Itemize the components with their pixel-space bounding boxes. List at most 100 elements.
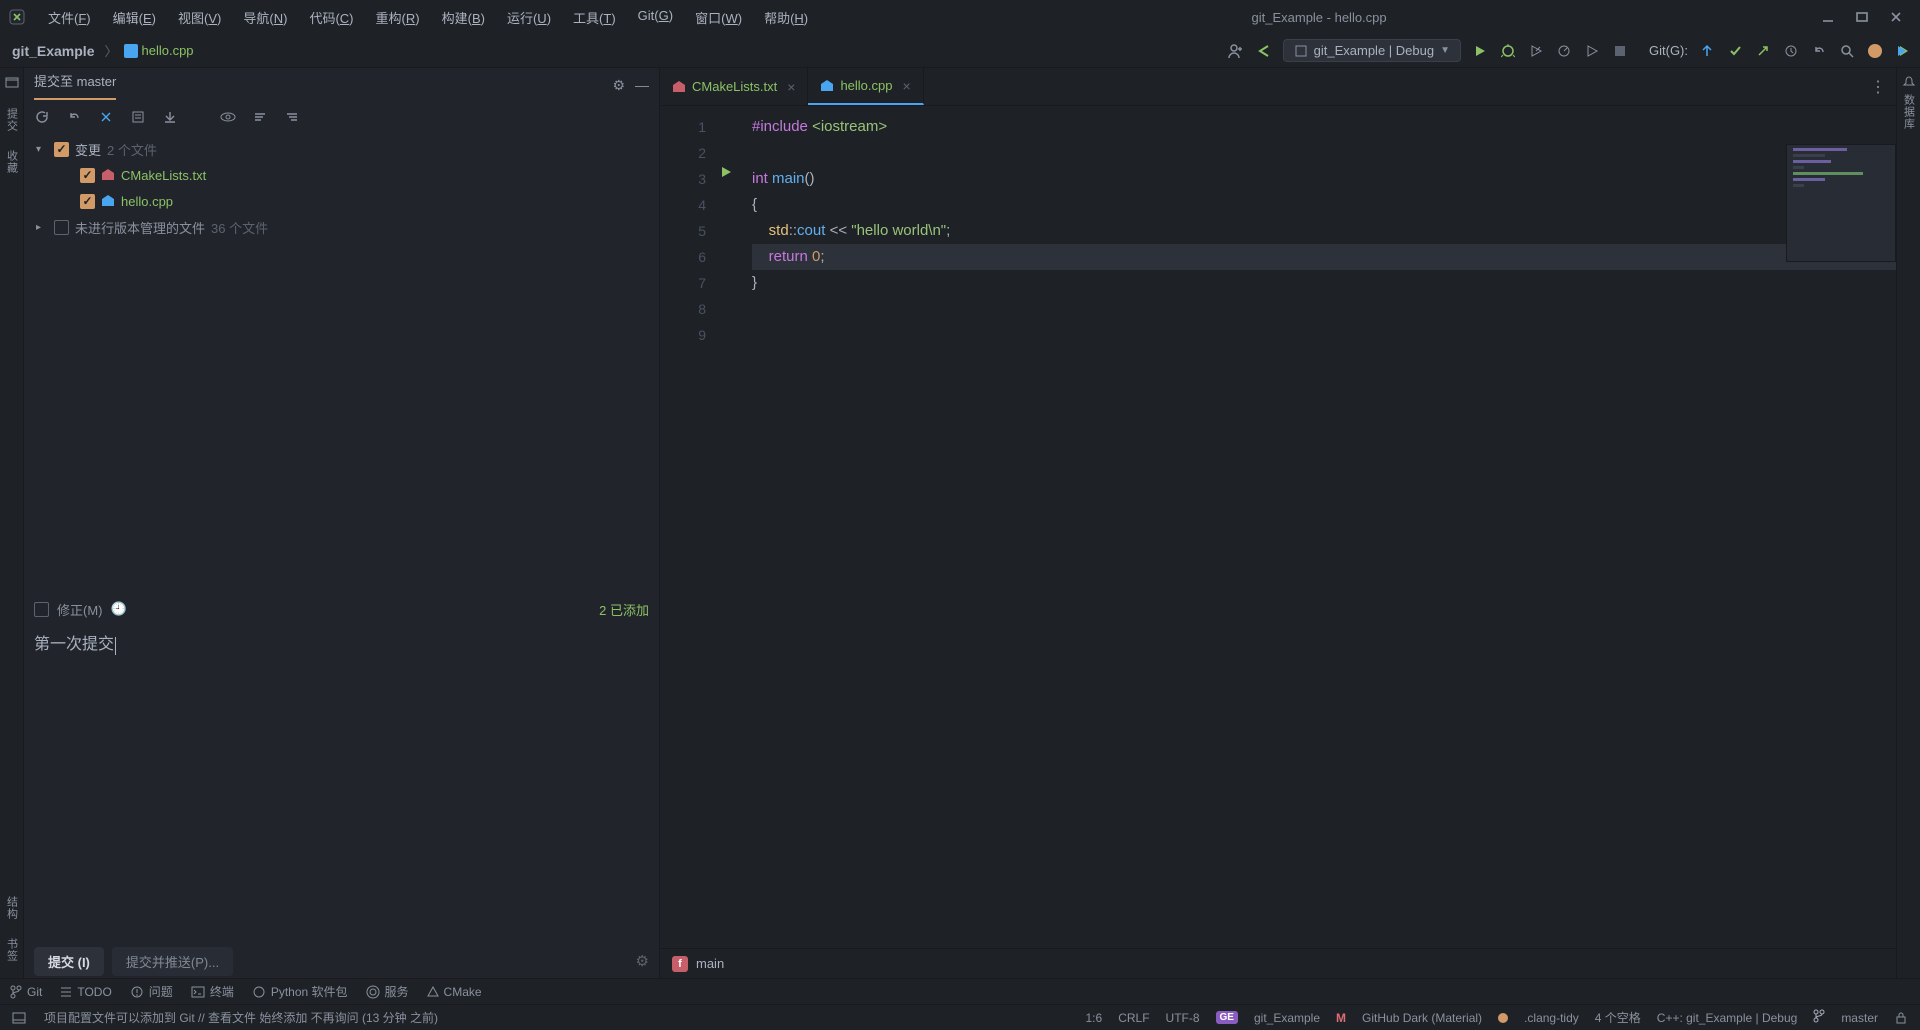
gear-icon[interactable]: ⚙ <box>612 77 625 94</box>
analyzer-status-icon[interactable] <box>1498 1013 1508 1023</box>
notifications-icon[interactable] <box>1901 74 1917 90</box>
status-branch[interactable]: master <box>1841 1011 1878 1025</box>
status-project[interactable]: git_Example <box>1254 1011 1320 1025</box>
file-checkbox[interactable]: ✓ <box>80 168 95 183</box>
unversioned-group[interactable]: ▸ 未进行版本管理的文件 36 个文件 <box>24 214 659 240</box>
commit-message-area[interactable]: 第一次提交 <box>24 624 659 944</box>
bottom-tool-服务[interactable]: 服务 <box>366 983 409 1000</box>
code-line[interactable] <box>752 322 1896 348</box>
code-line[interactable] <box>752 296 1896 322</box>
preview-diff-icon[interactable] <box>220 109 236 125</box>
chevron-down-icon[interactable]: ▾ <box>36 144 48 155</box>
menu-item-w[interactable]: 窗口(W) <box>685 4 752 31</box>
minimap[interactable] <box>1786 144 1896 262</box>
checkbox-changes[interactable]: ✓ <box>54 142 69 157</box>
commit-icon[interactable] <box>1726 42 1744 60</box>
status-config[interactable]: C++: git_Example | Debug <box>1657 1011 1798 1025</box>
close-tab-icon[interactable]: × <box>902 78 910 94</box>
left-stripe-item-favorites[interactable]: 收藏 <box>4 150 20 174</box>
function-name[interactable]: main <box>696 956 724 971</box>
bottom-tool-git[interactable]: Git <box>10 985 42 999</box>
run-icon[interactable] <box>1471 42 1489 60</box>
menu-item-r[interactable]: 重构(R) <box>366 4 430 31</box>
profile-icon[interactable] <box>1555 42 1573 60</box>
change-file-row[interactable]: ✓hello.cpp <box>24 188 659 214</box>
breadcrumb-file[interactable]: hello.cpp <box>124 43 194 58</box>
status-message[interactable]: 项目配置文件可以添加到 Git // 查看文件 始终添加 不再询问 (13 分钟… <box>44 1009 438 1026</box>
minimize-button[interactable] <box>1820 9 1836 25</box>
bottom-tool-cmake[interactable]: CMake <box>427 985 482 999</box>
back-build-icon[interactable] <box>1255 42 1273 60</box>
refresh-icon[interactable] <box>34 109 50 125</box>
project-tool-icon[interactable] <box>4 74 20 90</box>
changelist-icon[interactable] <box>130 109 146 125</box>
push-icon[interactable] <box>1754 42 1772 60</box>
attach-icon[interactable] <box>1583 42 1601 60</box>
change-file-row[interactable]: ✓CMakeLists.txt <box>24 162 659 188</box>
editor-tab[interactable]: CMakeLists.txt× <box>660 68 808 105</box>
bottom-tool-todo[interactable]: TODO <box>60 985 111 999</box>
menu-item-n[interactable]: 导航(N) <box>233 4 297 31</box>
bottom-tool-python 软件包[interactable]: Python 软件包 <box>252 983 348 1000</box>
run-gutter-icon[interactable] <box>720 166 744 178</box>
commit-options-icon[interactable]: ⚙ <box>636 952 649 970</box>
debug-icon[interactable] <box>1499 42 1517 60</box>
history-icon[interactable]: 🕘 <box>111 601 127 617</box>
coverage-icon[interactable] <box>1527 42 1545 60</box>
close-tab-icon[interactable]: × <box>787 79 795 95</box>
update-project-icon[interactable] <box>1698 42 1716 60</box>
breadcrumb-project[interactable]: git_Example <box>8 41 98 61</box>
shelve-icon[interactable] <box>162 109 178 125</box>
group-by-icon[interactable] <box>252 109 268 125</box>
chevron-right-icon[interactable]: ▸ <box>36 222 48 233</box>
commit-button[interactable]: 提交 (I) <box>34 947 104 976</box>
close-button[interactable] <box>1888 9 1904 25</box>
ide-actions-icon[interactable] <box>1894 42 1912 60</box>
cursor-position[interactable]: 1:6 <box>1086 1011 1103 1025</box>
history-icon[interactable] <box>1782 42 1800 60</box>
code-line[interactable] <box>752 140 1896 166</box>
left-stripe-item-bookmarks[interactable]: 书签 <box>4 938 20 962</box>
expand-all-icon[interactable] <box>284 109 300 125</box>
code-line[interactable]: std::cout << "hello world\n"; <box>752 218 1896 244</box>
code-line[interactable]: int main() <box>752 166 1896 192</box>
menu-item-c[interactable]: 代码(C) <box>299 4 363 31</box>
hide-icon[interactable]: — <box>635 77 649 94</box>
editor-tab[interactable]: hello.cpp× <box>808 68 923 105</box>
checkbox-unversioned[interactable] <box>54 220 69 235</box>
menu-item-v[interactable]: 视图(V) <box>168 4 231 31</box>
status-theme[interactable]: GitHub Dark (Material) <box>1362 1011 1482 1025</box>
line-separator[interactable]: CRLF <box>1118 1011 1149 1025</box>
code-line[interactable]: { <box>752 192 1896 218</box>
rollback-changes-icon[interactable] <box>66 109 82 125</box>
left-stripe-item-commit[interactable]: 提交 <box>4 108 20 132</box>
menu-item-e[interactable]: 编辑(E) <box>103 4 166 31</box>
file-checkbox[interactable]: ✓ <box>80 194 95 209</box>
right-stripe-item-database[interactable]: 数据库 <box>1901 94 1917 130</box>
add-user-icon[interactable] <box>1227 42 1245 60</box>
menu-item-h[interactable]: 帮助(H) <box>754 4 818 31</box>
changes-group[interactable]: ▾ ✓ 变更 2 个文件 <box>24 136 659 162</box>
bottom-tool-终端[interactable]: 终端 <box>191 983 234 1000</box>
menu-item-t[interactable]: 工具(T) <box>563 4 626 31</box>
menu-item-u[interactable]: 运行(U) <box>497 4 561 31</box>
menu-item-f[interactable]: 文件(F) <box>38 4 101 31</box>
menu-item-b[interactable]: 构建(B) <box>432 4 495 31</box>
menu-item-g[interactable]: Git(G) <box>628 4 683 31</box>
code-line[interactable]: #include <iostream> <box>752 114 1896 140</box>
stop-icon[interactable] <box>1611 42 1629 60</box>
status-indent[interactable]: 4 个空格 <box>1595 1009 1641 1026</box>
left-stripe-item-structure[interactable]: 结构 <box>4 896 20 920</box>
search-icon[interactable] <box>1838 42 1856 60</box>
lock-icon[interactable] <box>1894 1011 1908 1025</box>
maximize-button[interactable] <box>1854 9 1870 25</box>
code-area[interactable]: #include <iostream> int main(){ std::cou… <box>744 106 1896 948</box>
tabs-more-icon[interactable]: ⋮ <box>1870 77 1886 97</box>
tool-windows-icon[interactable] <box>12 1011 26 1025</box>
diff-icon[interactable] <box>98 109 114 125</box>
code-line[interactable]: return 0; <box>752 244 1896 270</box>
bottom-tool-问题[interactable]: 问题 <box>130 983 173 1000</box>
rollback-icon[interactable] <box>1810 42 1828 60</box>
avatar-icon[interactable] <box>1866 42 1884 60</box>
run-configuration-select[interactable]: git_Example | Debug ▼ <box>1283 39 1461 62</box>
